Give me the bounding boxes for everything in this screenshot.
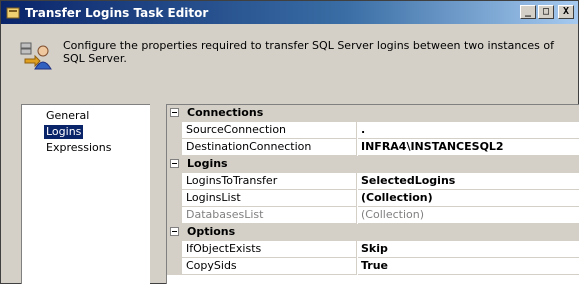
property-row-copy-sids[interactable]: CopySids True xyxy=(167,258,579,275)
row-gutter xyxy=(167,207,182,224)
property-grid: Connections SourceConnection . Destinati… xyxy=(166,104,579,284)
dialog-window: Transfer Logins Task Editor _ □ X Config… xyxy=(0,0,579,284)
collapse-icon[interactable] xyxy=(170,227,179,236)
property-value[interactable]: . xyxy=(358,122,579,139)
category-row-options[interactable]: Options xyxy=(167,224,579,241)
property-row-destination-connection[interactable]: DestinationConnection INFRA4\INSTANCESQL… xyxy=(167,139,579,156)
property-row-logins-list[interactable]: LoginsList (Collection) xyxy=(167,190,579,207)
minimize-button[interactable]: _ xyxy=(520,5,536,19)
maximize-button[interactable]: □ xyxy=(538,5,554,19)
close-icon: X xyxy=(562,6,570,17)
header-area: Configure the properties required to tra… xyxy=(1,24,578,92)
row-gutter xyxy=(167,173,182,190)
collapse-icon[interactable] xyxy=(170,159,179,168)
property-value[interactable]: True xyxy=(358,258,579,275)
transfer-logins-icon xyxy=(19,39,53,73)
row-gutter xyxy=(167,122,182,139)
property-name: IfObjectExists xyxy=(182,241,357,258)
window-controls: _ □ X xyxy=(520,5,574,19)
category-label: Options xyxy=(187,225,236,238)
property-row-databases-list[interactable]: DatabasesList (Collection) xyxy=(167,207,579,224)
category-label: Logins xyxy=(187,157,228,170)
collapse-icon[interactable] xyxy=(170,108,179,117)
property-value[interactable]: Skip xyxy=(358,241,579,258)
property-name: SourceConnection xyxy=(182,122,357,139)
category-row-logins[interactable]: Logins xyxy=(167,156,579,173)
row-gutter xyxy=(167,190,182,207)
property-name: DatabasesList xyxy=(182,207,357,224)
header-description: Configure the properties required to tra… xyxy=(63,39,554,65)
navigation-pane: General Logins Expressions xyxy=(21,104,150,284)
nav-item-expressions[interactable]: Expressions xyxy=(44,141,113,155)
nav-item-logins[interactable]: Logins xyxy=(44,125,84,139)
maximize-icon: □ xyxy=(542,6,550,17)
title-bar[interactable]: Transfer Logins Task Editor _ □ X xyxy=(1,1,578,24)
property-name: LoginsToTransfer xyxy=(182,173,357,190)
property-row-source-connection[interactable]: SourceConnection . xyxy=(167,122,579,139)
property-name: DestinationConnection xyxy=(182,139,357,156)
row-gutter xyxy=(167,241,182,258)
nav-item-general[interactable]: General xyxy=(44,109,91,123)
property-name: CopySids xyxy=(182,258,357,275)
property-value[interactable]: SelectedLogins xyxy=(358,173,579,190)
window-title: Transfer Logins Task Editor xyxy=(25,5,209,20)
category-row-connections[interactable]: Connections xyxy=(167,105,579,122)
property-value: (Collection) xyxy=(358,207,579,224)
minimize-icon: _ xyxy=(524,6,532,17)
close-button[interactable]: X xyxy=(558,5,574,19)
category-label: Connections xyxy=(187,106,264,119)
property-row-if-object-exists[interactable]: IfObjectExists Skip xyxy=(167,241,579,258)
property-value[interactable]: INFRA4\INSTANCESQL2 xyxy=(358,139,579,156)
property-row-logins-to-transfer[interactable]: LoginsToTransfer SelectedLogins xyxy=(167,173,579,190)
property-name: LoginsList xyxy=(182,190,357,207)
row-gutter xyxy=(167,139,182,156)
property-value[interactable]: (Collection) xyxy=(358,190,579,207)
row-gutter xyxy=(167,258,182,275)
app-icon xyxy=(6,6,20,20)
